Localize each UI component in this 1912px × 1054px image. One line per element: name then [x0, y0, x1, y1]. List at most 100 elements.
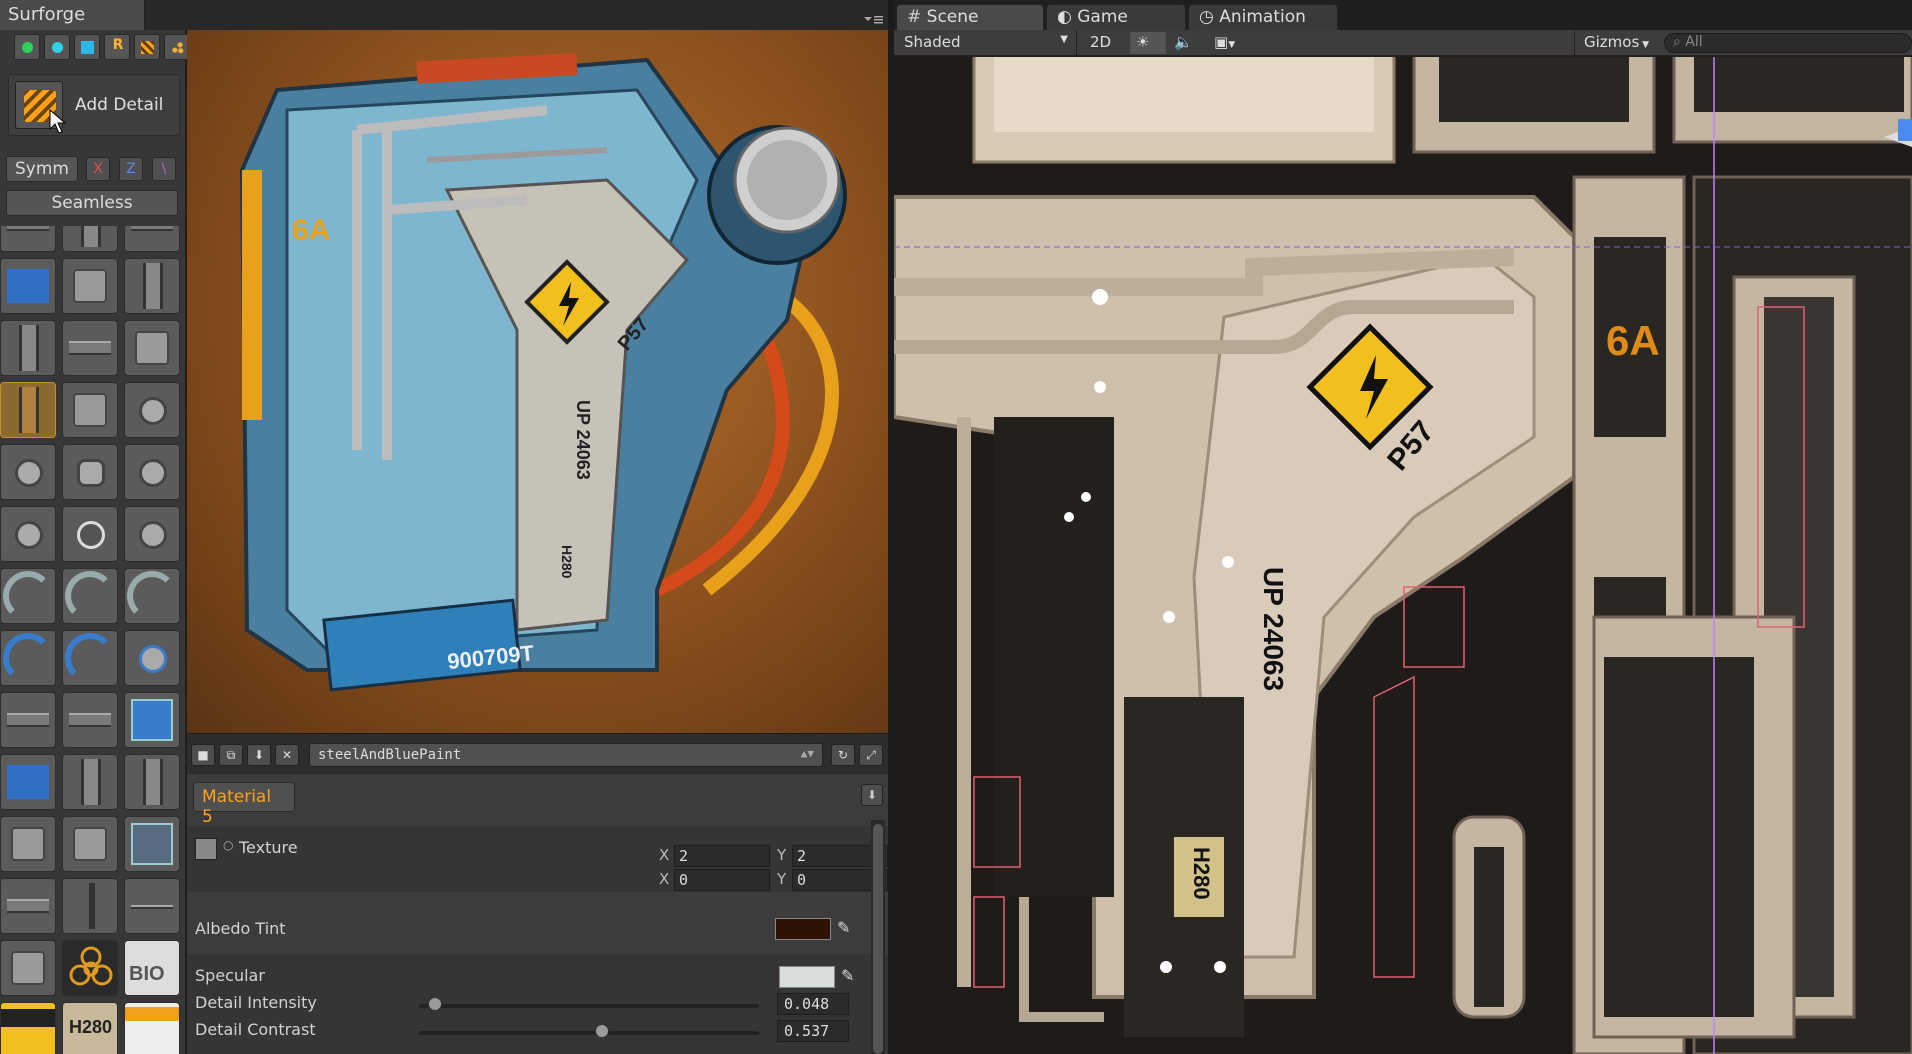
dropdown-arrow-icon: ▼ — [1228, 40, 1236, 50]
tab-scene[interactable]: # Scene — [896, 4, 1044, 30]
detail-intensity-value[interactable]: 0.048 — [777, 993, 849, 1015]
cyan-sphere-button[interactable] — [44, 34, 70, 60]
texture-thumbnail[interactable] — [195, 838, 217, 860]
detail-thumb[interactable] — [124, 816, 180, 872]
detail-thumb[interactable] — [62, 816, 118, 872]
detail-thumb[interactable] — [62, 320, 118, 376]
warning-decal-thumb[interactable] — [0, 1002, 56, 1054]
gizmos-dropdown[interactable]: Gizmos ▼ — [1578, 32, 1658, 54]
material-new-button[interactable]: ■ — [191, 744, 215, 766]
tab-animation[interactable]: ◷ Animation — [1188, 4, 1338, 30]
symm-diagonal-button[interactable]: \ — [152, 157, 176, 181]
seamless-button[interactable]: Seamless — [6, 190, 178, 216]
detail-thumb[interactable] — [62, 568, 118, 624]
radio-icon[interactable]: ○ — [223, 838, 233, 852]
shading-mode-dropdown[interactable]: Shaded ▼ — [898, 32, 1074, 54]
inspector-scrollbar[interactable] — [871, 820, 885, 1054]
mouse-cursor-icon — [49, 109, 67, 134]
shading-mode-value: Shaded — [904, 33, 961, 51]
refresh-button[interactable]: ↻ — [831, 744, 855, 766]
detail-thumb[interactable] — [0, 568, 56, 624]
scene-search-input[interactable]: ⌕ All — [1664, 33, 1912, 53]
detail-thumb[interactable] — [124, 630, 180, 686]
eyedropper-icon[interactable]: ✎ — [841, 966, 861, 986]
stripes-button[interactable] — [134, 34, 160, 60]
detail-thumb[interactable] — [0, 506, 56, 562]
expand-button[interactable]: ⤢ — [859, 744, 883, 766]
detail-thumb[interactable] — [124, 258, 180, 314]
tab-game-label: Game — [1077, 7, 1128, 27]
detail-contrast-slider[interactable] — [419, 1031, 759, 1035]
tiling-x-label: X — [659, 846, 670, 864]
tab-game[interactable]: ◐ Game — [1046, 4, 1186, 30]
detail-thumb[interactable] — [62, 754, 118, 810]
r-tool-button[interactable]: R — [104, 34, 130, 60]
detail-thumb[interactable] — [124, 226, 180, 252]
detail-thumb[interactable] — [124, 754, 180, 810]
detail-contrast-slider-thumb[interactable] — [594, 1024, 609, 1038]
albedo-tint-label: Albedo Tint — [195, 919, 286, 938]
detail-thumb[interactable] — [62, 692, 118, 748]
material-delete-button[interactable]: ✕ — [275, 744, 299, 766]
bio-decal-thumb[interactable]: BIO — [124, 940, 180, 996]
tiling-x-field[interactable]: 2 — [674, 845, 770, 867]
detail-thumb[interactable] — [124, 568, 180, 624]
detail-thumb[interactable] — [0, 226, 56, 252]
symm-z-button[interactable]: Z — [119, 157, 143, 181]
surforge-tab[interactable]: Surforge — [0, 0, 145, 30]
material-save-button[interactable]: ⬇ — [247, 744, 271, 766]
detail-thumb[interactable] — [124, 692, 180, 748]
offset-x-field[interactable]: 0 — [674, 869, 770, 891]
h280-decal-thumb[interactable]: H280 — [62, 1002, 118, 1054]
scene-view[interactable]: 6A P57 UP 24063 H280 — [894, 57, 1912, 1054]
detail-thumb[interactable] — [0, 444, 56, 500]
albedo-color-swatch[interactable] — [775, 918, 831, 940]
effects-dropdown[interactable]: ▣▼ — [1208, 32, 1252, 54]
detail-thumb-selected[interactable] — [0, 382, 56, 438]
detail-thumb[interactable] — [62, 226, 118, 252]
detail-thumb[interactable] — [62, 444, 118, 500]
detail-thumb[interactable] — [62, 878, 118, 934]
cyan-square-button[interactable] — [74, 34, 100, 60]
detail-thumb[interactable] — [124, 506, 180, 562]
symm-x-button[interactable]: X — [86, 157, 110, 181]
detail-thumb[interactable] — [0, 630, 56, 686]
detail-thumb[interactable] — [0, 258, 56, 314]
detail-thumb[interactable] — [0, 940, 56, 996]
material-tab[interactable]: Material 5 — [193, 782, 295, 827]
detail-thumb[interactable] — [0, 878, 56, 934]
speaker-icon: 🔈 — [1174, 33, 1193, 51]
detail-thumb[interactable] — [62, 382, 118, 438]
detail-thumb[interactable] — [124, 382, 180, 438]
model-label-up: UP 24063 — [573, 400, 593, 480]
2d-toggle[interactable]: 2D — [1084, 32, 1124, 54]
detail-thumb[interactable] — [0, 816, 56, 872]
green-sphere-button[interactable] — [14, 34, 40, 60]
detail-intensity-slider[interactable] — [419, 1004, 759, 1008]
texture-layout-view: 6A P57 UP 24063 H280 — [894, 57, 1912, 1054]
detail-thumb[interactable] — [62, 630, 118, 686]
biohazard-decal-thumb[interactable] — [62, 940, 118, 996]
add-detail-button[interactable]: Add Detail — [8, 74, 180, 136]
audio-toggle[interactable]: 🔈 — [1168, 32, 1204, 54]
scrollbar-thumb[interactable] — [873, 824, 883, 1054]
detail-thumb[interactable] — [124, 878, 180, 934]
collapse-button[interactable]: ⬇ — [861, 784, 883, 806]
material-preset-select[interactable]: steelAndBluePaint ▲▼ — [309, 743, 823, 767]
detail-thumb[interactable] — [0, 692, 56, 748]
material-copy-button[interactable]: ⧉ — [219, 744, 243, 766]
model-preview-viewport[interactable]: 6A P57 UP 24063 900709T H280 — [187, 30, 888, 733]
caution-decal-thumb[interactable] — [124, 1002, 180, 1054]
detail-thumb[interactable] — [62, 506, 118, 562]
detail-thumb[interactable] — [62, 258, 118, 314]
detail-contrast-value[interactable]: 0.537 — [777, 1020, 849, 1042]
eyedropper-icon[interactable]: ✎ — [837, 918, 857, 938]
lighting-toggle[interactable]: ☀ — [1130, 32, 1166, 54]
specular-color-swatch[interactable] — [779, 966, 835, 988]
detail-thumb[interactable] — [0, 320, 56, 376]
panel-menu-icon[interactable] — [862, 14, 884, 24]
detail-thumb[interactable] — [124, 320, 180, 376]
symm-button[interactable]: Symm — [6, 156, 78, 182]
detail-thumb[interactable] — [124, 444, 180, 500]
detail-thumb[interactable] — [0, 754, 56, 810]
